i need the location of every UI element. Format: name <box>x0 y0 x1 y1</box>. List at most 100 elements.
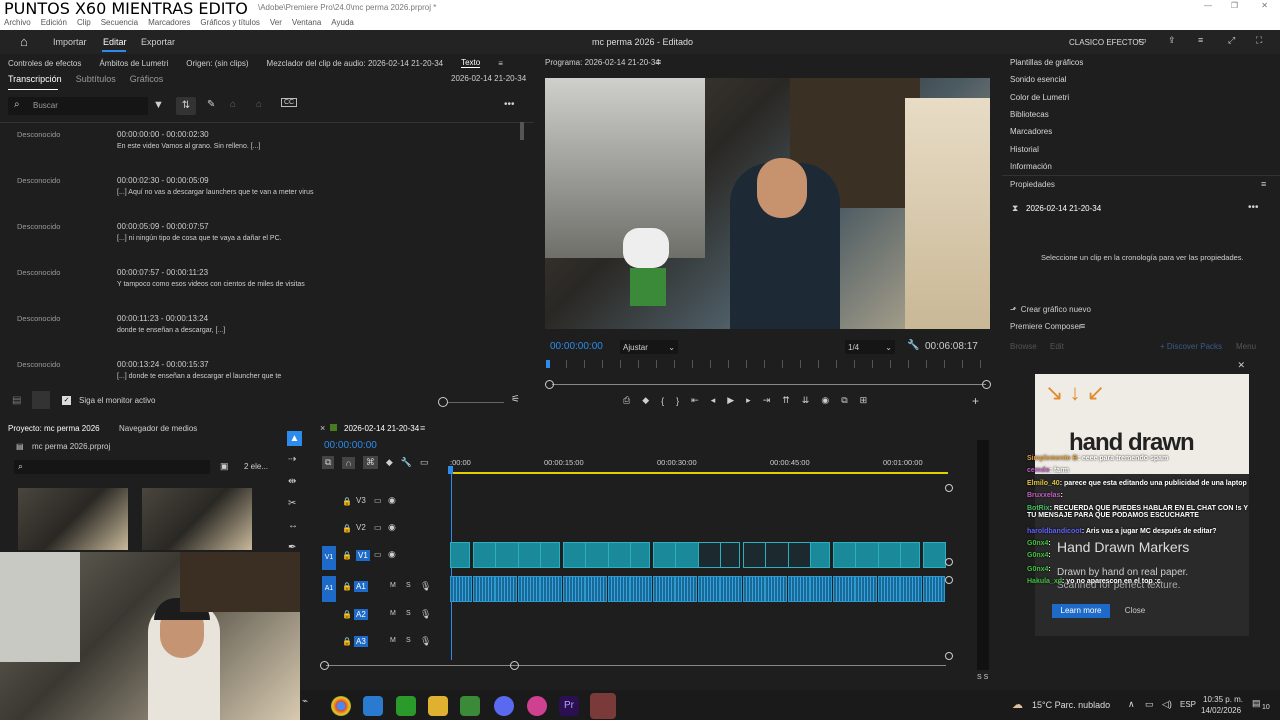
entry-text[interactable]: [...] donde te enseñan a descargar el la… <box>117 373 281 380</box>
work-area-bar[interactable] <box>450 472 948 474</box>
transcript-entry[interactable]: Desconocido 00:00:00:00 - 00:00:02:30 En e… <box>0 130 520 176</box>
menu-item[interactable]: Secuencia <box>101 18 138 27</box>
speaker-label[interactable]: Desconocido <box>17 360 60 369</box>
audio-clip[interactable] <box>652 576 675 602</box>
right-panel-item[interactable]: Historial <box>1010 145 1039 154</box>
mic-icon[interactable]: 🎙 <box>420 609 431 620</box>
quality-select[interactable]: 1/4 ⌄ <box>845 340 895 354</box>
track-scroll-handle[interactable] <box>945 576 953 584</box>
entry-text[interactable]: donde te enseñan a descargar, [...] <box>117 327 225 334</box>
go-to-in-icon[interactable]: ⇤ <box>691 395 699 406</box>
minecraft-icon[interactable] <box>460 696 480 716</box>
menu-item[interactable]: Clip <box>77 18 91 27</box>
solo-icon[interactable]: S <box>406 637 411 644</box>
transcript-entry[interactable]: Desconocido 00:00:02:30 - 00:00:05:09 [...… <box>0 176 520 222</box>
video-clip[interactable] <box>900 542 920 568</box>
close-button[interactable]: Close <box>1117 604 1153 618</box>
step-forward-icon[interactable]: ▸ <box>746 395 751 406</box>
step-back-icon[interactable]: ◂ <box>711 395 716 406</box>
composer-tab-browse[interactable]: Browse <box>1010 342 1037 351</box>
right-panel-item[interactable]: Color de Lumetri <box>1010 93 1069 102</box>
zoom-bar-right[interactable] <box>982 380 991 389</box>
subtab-transcription[interactable]: Transcripción <box>8 74 62 84</box>
playhead[interactable] <box>546 360 550 368</box>
timeline-timecode[interactable]: 00:00:00:00 <box>324 440 377 451</box>
merge-icon[interactable]: ⌂ <box>230 99 236 110</box>
track-label[interactable]: V1 <box>356 550 370 561</box>
compare-icon[interactable]: ⧉ <box>841 395 847 406</box>
go-to-out-icon[interactable]: ⇥ <box>763 395 771 406</box>
weather-text[interactable]: 15°C Parc. nublado <box>1032 700 1110 710</box>
marker-icon[interactable]: ◆ <box>642 395 649 406</box>
video-clip[interactable] <box>922 542 946 568</box>
menu-item[interactable]: Marcadores <box>148 18 190 27</box>
play-icon[interactable]: ▶ <box>727 395 734 406</box>
timeline-zoom-bar[interactable] <box>326 665 946 666</box>
video-clip[interactable] <box>450 542 470 568</box>
transcript-entry[interactable]: Desconocido 00:00:11:23 - 00:00:13:24 dond… <box>0 314 520 360</box>
more-icon[interactable]: ••• <box>504 99 515 110</box>
fullscreen-icon[interactable]: ⛶ <box>1256 35 1262 46</box>
linked-icon[interactable]: ⌘ <box>362 456 378 469</box>
mute-icon[interactable]: M <box>390 637 396 644</box>
xbox-icon[interactable] <box>396 696 416 716</box>
clock-time[interactable]: 10:35 p. m. <box>1203 695 1243 704</box>
search-input[interactable]: ⌕ Buscar <box>8 97 148 115</box>
snap-icon[interactable]: ∩ <box>342 456 355 469</box>
timeline-ruler[interactable]: :00:00 00:00:15:00 00:00:30:00 00:00:45:00 0… <box>450 458 950 468</box>
extract-icon[interactable]: ⇊ <box>802 395 810 406</box>
track-scroll-handle[interactable] <box>945 558 953 566</box>
vr-icon[interactable]: ⊞ <box>860 395 868 406</box>
tab-import[interactable]: Importar <box>53 37 87 47</box>
right-panel-item[interactable]: Plantillas de gráficos <box>1010 58 1083 67</box>
audio-clip[interactable] <box>517 576 540 602</box>
list-icon[interactable]: ≡ <box>1198 35 1203 45</box>
audio-clip[interactable] <box>832 576 855 602</box>
lock-icon[interactable]: 🔒 <box>342 497 352 506</box>
lock-icon[interactable]: 🔒 <box>342 582 352 591</box>
track-label[interactable]: V2 <box>356 523 366 532</box>
audio-clip[interactable] <box>765 576 787 602</box>
video-clip[interactable] <box>652 542 676 568</box>
close-icon[interactable]: ✕ <box>1261 1 1268 10</box>
timeline-zoom-left[interactable] <box>320 661 329 670</box>
more-icon[interactable]: ••• <box>1248 202 1259 213</box>
settings-icon[interactable]: ⚟ <box>511 394 520 405</box>
menu-item[interactable]: Edición <box>41 18 67 27</box>
audio-clip[interactable] <box>810 576 832 602</box>
subtab-graphics[interactable]: Gráficos <box>130 74 164 84</box>
audio-clip[interactable] <box>787 576 810 602</box>
obs-icon[interactable] <box>590 693 616 719</box>
tab-export[interactable]: Exportar <box>141 37 175 47</box>
composer-menu-button[interactable]: Menu <box>1236 342 1256 351</box>
home-icon[interactable]: ⌂ <box>20 34 28 49</box>
entry-text[interactable]: Y tampoco como esos videos con cientos d… <box>117 281 305 288</box>
timeline-zoom-right[interactable] <box>510 661 519 670</box>
right-panel-item[interactable]: Marcadores <box>1010 127 1052 136</box>
eye-icon[interactable]: ◉ <box>388 522 396 533</box>
entry-text[interactable]: [...] ni ningún tipo de cosa que te vaya… <box>117 235 282 242</box>
lock-icon[interactable]: 🔒 <box>342 524 352 533</box>
speaker-label[interactable]: Desconocido <box>17 176 60 185</box>
video-clip[interactable] <box>472 542 496 568</box>
export-frame-icon[interactable]: ⎙ <box>623 395 630 406</box>
caption-icon[interactable]: ▭ <box>420 457 429 468</box>
instagram-icon[interactable] <box>527 696 547 716</box>
menu-item[interactable]: Ayuda <box>331 18 354 27</box>
discover-packs-button[interactable]: + Discover Packs <box>1160 342 1222 351</box>
add-marker-icon[interactable]: ◆ <box>386 457 393 468</box>
discord-icon[interactable] <box>494 696 514 716</box>
right-panel-item[interactable]: Bibliotecas <box>1010 110 1049 119</box>
files-icon[interactable] <box>363 696 383 716</box>
composer-menu-icon[interactable]: ≡ <box>1080 321 1085 331</box>
filter-icon[interactable]: ▼ <box>153 99 164 111</box>
sort-icon[interactable]: ⇅ <box>176 97 196 115</box>
track-select-icon[interactable]: ⇢ <box>288 454 296 465</box>
project-tab[interactable]: Proyecto: mc perma 2026 <box>8 424 100 433</box>
follow-checkbox[interactable]: ✓ <box>62 396 71 405</box>
explorer-icon[interactable] <box>428 696 448 716</box>
eye-icon[interactable]: ◉ <box>388 495 396 506</box>
scrollbar[interactable] <box>520 122 524 140</box>
speaker-label[interactable]: Desconocido <box>17 222 60 231</box>
export-icon[interactable]: ▤ <box>12 395 21 406</box>
